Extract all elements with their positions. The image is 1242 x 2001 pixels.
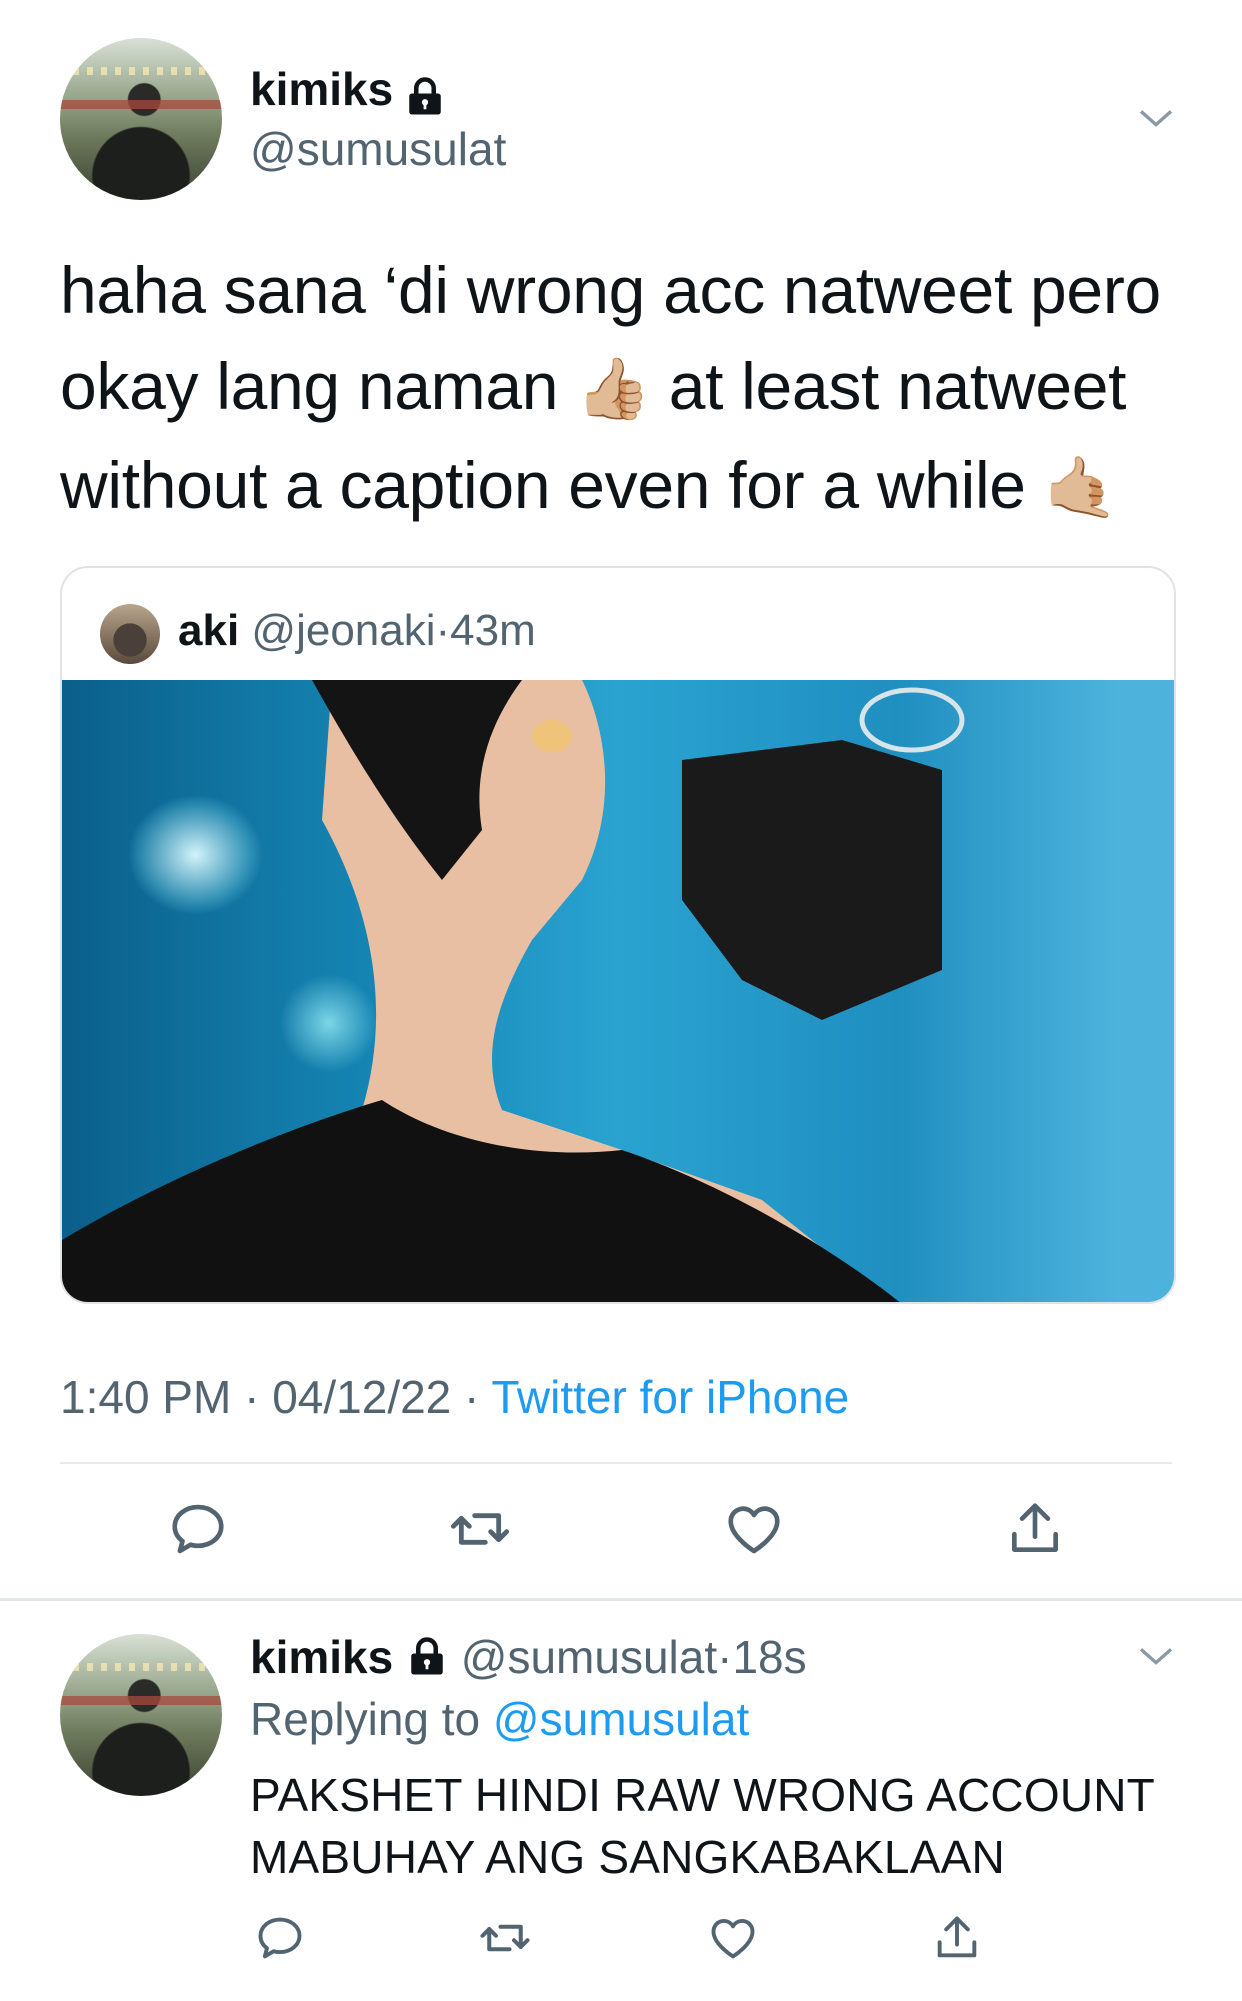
reply-icon bbox=[172, 1504, 224, 1554]
share-icon bbox=[937, 1916, 977, 1958]
separator-dot: · bbox=[717, 1631, 733, 1683]
reply-text-line-1: PAKSHET HINDI RAW WRONG ACCOUNT bbox=[250, 1769, 1155, 1821]
reply-handle[interactable]: @sumusulat bbox=[461, 1631, 717, 1683]
tweet-text-line-1: haha sana ‘di wrong acc natweet pero bbox=[60, 253, 1161, 327]
tweet-text-part: okay lang naman bbox=[60, 349, 559, 423]
call-me-emoji: 🤙🏼 bbox=[1043, 454, 1119, 521]
reply-like-button[interactable] bbox=[698, 1906, 768, 1970]
quoted-age: 43m bbox=[450, 606, 536, 655]
tweet-text-part: without a caption even for a while bbox=[60, 448, 1026, 522]
timestamp-divider bbox=[60, 1462, 1172, 1464]
reply-icon bbox=[258, 1917, 302, 1959]
retweet-button[interactable] bbox=[440, 1494, 520, 1564]
photo-illustration bbox=[62, 680, 965, 1302]
chevron-down-icon[interactable] bbox=[1136, 98, 1176, 138]
quoted-author-avatar[interactable] bbox=[100, 604, 160, 664]
reply-age: 18s bbox=[732, 1631, 807, 1683]
like-icon bbox=[711, 1919, 755, 1959]
replying-to-handle[interactable]: @sumusulat bbox=[493, 1693, 749, 1745]
tweet-source-link[interactable]: Twitter for iPhone bbox=[491, 1371, 849, 1423]
reply-header: kimiks @sumusulat·18s bbox=[250, 1630, 807, 1684]
separator-dot: · bbox=[435, 606, 451, 655]
tweet-date: 04/12/22 bbox=[272, 1371, 452, 1423]
share-button[interactable] bbox=[995, 1494, 1075, 1564]
reply-retweet-button[interactable] bbox=[470, 1906, 540, 1970]
reply-share-button[interactable] bbox=[922, 1906, 992, 1970]
thumbs-up-emoji: 👍🏼 bbox=[576, 355, 651, 422]
like-button[interactable] bbox=[714, 1494, 794, 1564]
separator-dot: · bbox=[244, 1371, 260, 1423]
separator-dot: · bbox=[464, 1371, 480, 1423]
tweet-time: 1:40 PM bbox=[60, 1371, 232, 1423]
replying-to-prefix: Replying to bbox=[250, 1693, 481, 1745]
quoted-handle[interactable]: @jeonaki bbox=[251, 606, 435, 655]
author-name-row[interactable]: kimiks bbox=[250, 62, 446, 118]
retweet-icon bbox=[480, 1924, 530, 1952]
tweet-text-line-3: without a caption even for a while 🤙🏼 bbox=[60, 437, 1200, 536]
author-avatar[interactable] bbox=[60, 38, 222, 200]
retweet-icon bbox=[450, 1513, 510, 1545]
reply-text-line-2: MABUHAY ANG SANGKABAKLAAN bbox=[250, 1831, 1005, 1883]
chevron-down-icon[interactable] bbox=[1136, 1636, 1176, 1676]
tweet-text-line-2: okay lang naman 👍🏼 at least natweet bbox=[60, 338, 1200, 437]
quoted-tweet-card[interactable]: aki @jeonaki·43m bbox=[60, 566, 1176, 1304]
tweet-text: haha sana ‘di wrong acc natweet pero oka… bbox=[60, 242, 1200, 536]
reply-text: PAKSHET HINDI RAW WRONG ACCOUNT MABUHAY … bbox=[250, 1764, 1155, 1888]
reply-button[interactable] bbox=[158, 1494, 238, 1564]
quoted-header: aki @jeonaki·43m bbox=[178, 606, 536, 656]
author-display-name[interactable]: kimiks bbox=[250, 63, 393, 115]
reply-author-avatar[interactable] bbox=[60, 1634, 222, 1796]
reply-reply-button[interactable] bbox=[245, 1906, 315, 1970]
tweet-text-part: at least natweet bbox=[668, 349, 1127, 423]
like-icon bbox=[728, 1506, 780, 1554]
lock-icon bbox=[408, 77, 441, 115]
author-handle[interactable]: @sumusulat bbox=[250, 122, 506, 176]
share-icon bbox=[1012, 1503, 1058, 1552]
lock-icon bbox=[411, 1637, 443, 1675]
tweet-timestamp: 1:40 PM · 04/12/22 · Twitter for iPhone bbox=[60, 1370, 849, 1424]
quoted-display-name[interactable]: aki bbox=[178, 606, 239, 655]
replying-to: Replying to @sumusulat bbox=[250, 1692, 749, 1746]
quoted-media-image[interactable] bbox=[62, 680, 1174, 1302]
section-divider bbox=[0, 1598, 1242, 1601]
reply-display-name[interactable]: kimiks bbox=[250, 1631, 393, 1683]
